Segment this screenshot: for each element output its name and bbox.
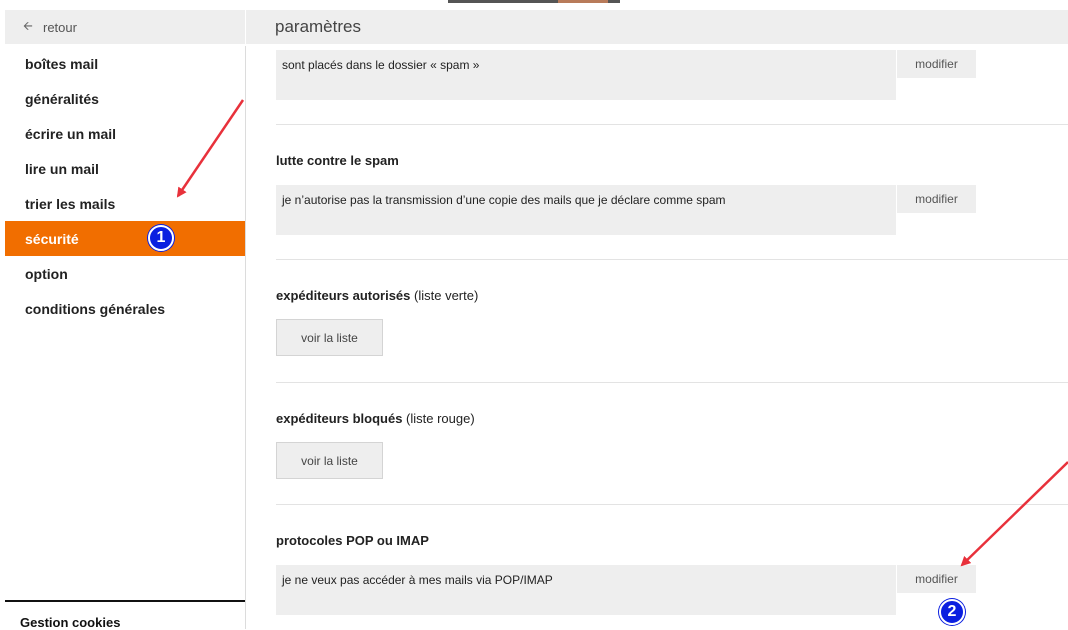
- cookie-settings-link[interactable]: Gestion cookies: [20, 615, 120, 630]
- back-button[interactable]: 🡨 retour: [5, 10, 245, 44]
- arrow-to-pop-imap-modify: [960, 461, 1068, 567]
- allowed-senders-subtitle: (liste verte): [414, 288, 479, 303]
- annotation-badge-2: 2: [939, 599, 965, 625]
- spam-folder-modify-button[interactable]: modifier: [897, 50, 976, 78]
- main-header: paramètres: [246, 10, 1068, 44]
- footer-divider: [5, 600, 245, 602]
- arrow-left-icon: 🡨: [23, 18, 33, 33]
- sidebar-item-read-mail[interactable]: lire un mail: [5, 151, 245, 186]
- allowed-senders-view-list-button[interactable]: voir la liste: [276, 319, 383, 356]
- annotation-badge-1: 1: [148, 225, 174, 251]
- blocked-senders-title: expéditeurs bloqués (liste rouge): [276, 411, 475, 426]
- back-label: retour: [43, 19, 77, 35]
- pop-imap-title: protocoles POP ou IMAP: [276, 533, 429, 548]
- sidebar-item-mailboxes[interactable]: boîtes mail: [5, 46, 245, 81]
- section-divider: [276, 504, 1068, 505]
- sidebar-item-write-mail[interactable]: écrire un mail: [5, 116, 245, 151]
- sidebar-item-option[interactable]: option: [5, 256, 245, 291]
- allowed-senders-label: expéditeurs autorisés: [276, 288, 411, 303]
- section-divider: [276, 259, 1068, 260]
- settings-sidebar: boîtes mail généralités écrire un mail l…: [5, 46, 245, 326]
- spam-fight-value: je n’autorise pas la transmission d’une …: [276, 185, 896, 235]
- sidebar-item-terms[interactable]: conditions générales: [5, 291, 245, 326]
- blocked-senders-subtitle: (liste rouge): [406, 411, 475, 426]
- allowed-senders-title: expéditeurs autorisés (liste verte): [276, 288, 478, 303]
- pop-imap-modify-button[interactable]: modifier: [897, 565, 976, 593]
- spam-fight-modify-button[interactable]: modifier: [897, 185, 976, 213]
- sidebar-item-sort-mails[interactable]: trier les mails: [5, 186, 245, 221]
- section-divider: [276, 382, 1068, 383]
- pop-imap-value: je ne veux pas accéder à mes mails via P…: [276, 565, 896, 615]
- section-divider: [276, 124, 1068, 125]
- blocked-senders-label: expéditeurs bloqués: [276, 411, 403, 426]
- page-title: paramètres: [275, 17, 361, 36]
- spam-fight-title: lutte contre le spam: [276, 153, 399, 168]
- sidebar-divider: [245, 46, 246, 629]
- spam-folder-value: sont placés dans le dossier « spam »: [276, 50, 896, 100]
- sidebar-item-security[interactable]: sécurité: [5, 221, 245, 256]
- top-image-strip: [448, 0, 620, 3]
- blocked-senders-view-list-button[interactable]: voir la liste: [276, 442, 383, 479]
- sidebar-item-general[interactable]: généralités: [5, 81, 245, 116]
